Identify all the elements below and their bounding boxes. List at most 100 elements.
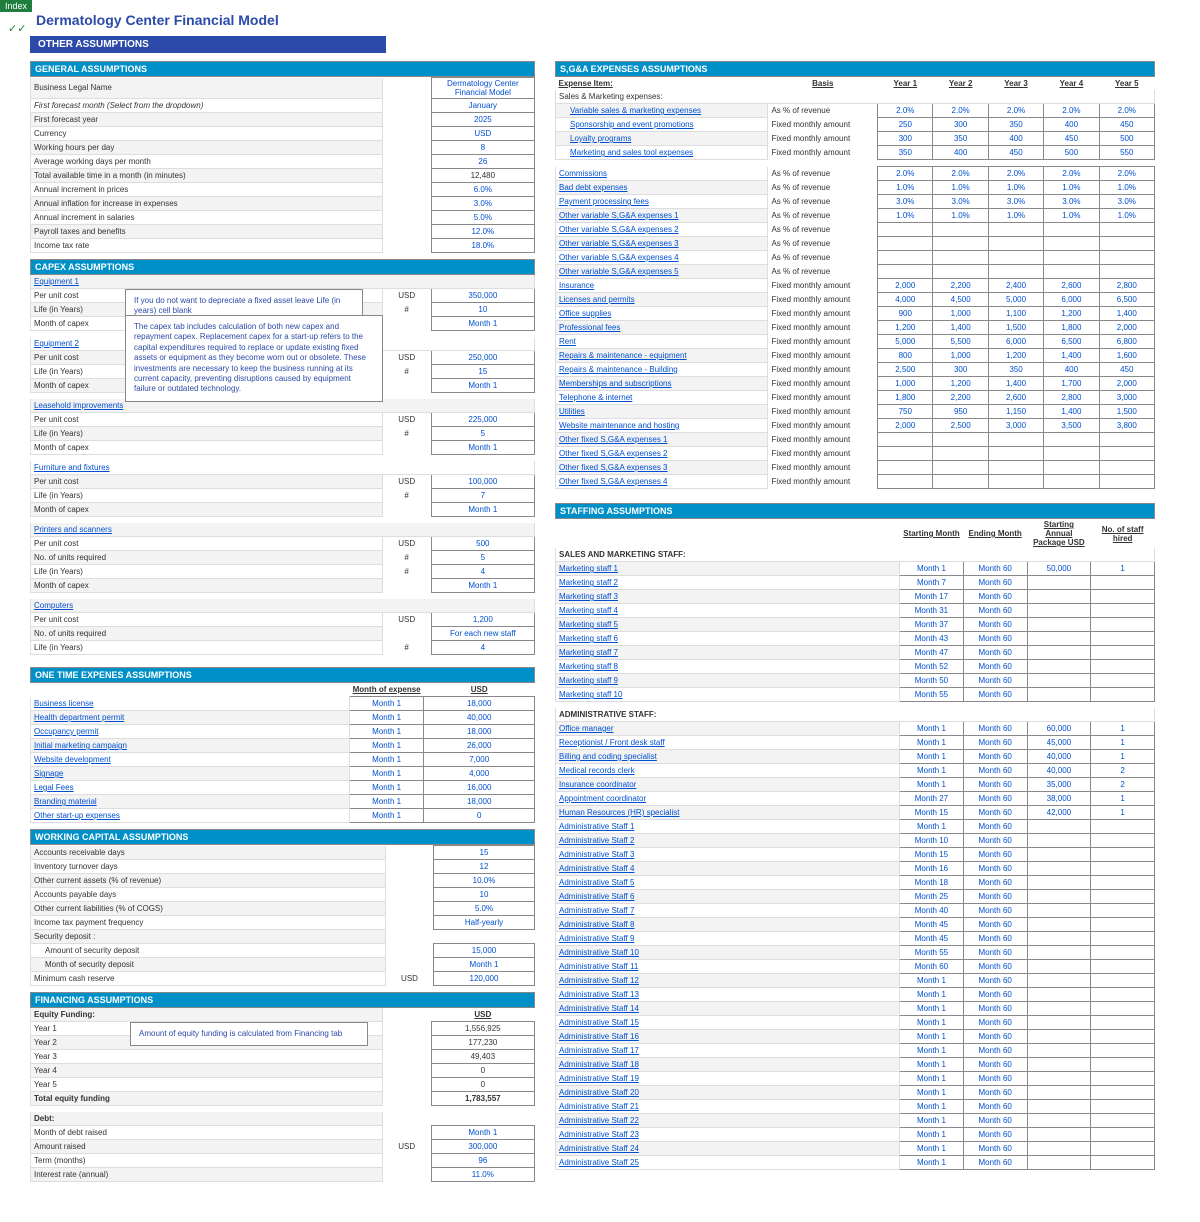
row-label[interactable]: Other start-up expenses — [31, 809, 350, 823]
input-cell[interactable]: 5,000 — [988, 293, 1043, 307]
input-cell[interactable]: 3.0% — [988, 195, 1043, 209]
row-label[interactable]: Human Resources (HR) specialist — [556, 806, 900, 820]
input-cell[interactable] — [933, 461, 988, 475]
input-cell[interactable]: 2025 — [431, 113, 534, 127]
input-cell[interactable]: 18.0% — [431, 239, 534, 253]
input-cell[interactable]: 2,600 — [1044, 279, 1099, 293]
input-cell[interactable]: 8 — [431, 141, 534, 155]
input-cell[interactable]: 18,000 — [424, 697, 535, 711]
input-cell[interactable]: Month 60 — [963, 1086, 1027, 1100]
input-cell[interactable]: 6,000 — [988, 335, 1043, 349]
row-label[interactable]: Initial marketing campaign — [31, 739, 350, 753]
row-label[interactable]: Administrative Staff 13 — [556, 988, 900, 1002]
input-cell[interactable]: Month 60 — [963, 988, 1027, 1002]
input-cell[interactable]: Month 7 — [900, 576, 964, 590]
input-cell[interactable] — [1027, 1086, 1091, 1100]
row-label[interactable]: Office manager — [556, 722, 900, 736]
input-cell[interactable] — [988, 237, 1043, 251]
input-cell[interactable] — [1091, 674, 1155, 688]
input-cell[interactable]: Month 55 — [900, 946, 964, 960]
input-cell[interactable]: 1.0% — [878, 181, 933, 195]
input-cell[interactable]: Month 52 — [900, 660, 964, 674]
input-cell[interactable] — [933, 447, 988, 461]
input-cell[interactable]: 1.0% — [878, 209, 933, 223]
input-cell[interactable]: 1.0% — [1044, 181, 1099, 195]
capex-group[interactable]: Printers and scanners — [31, 523, 535, 537]
row-label[interactable]: Other variable S,G&A expenses 3 — [556, 237, 768, 251]
input-cell[interactable] — [988, 461, 1043, 475]
input-cell[interactable]: 250 — [878, 118, 933, 132]
input-cell[interactable]: Month 60 — [963, 1058, 1027, 1072]
input-cell[interactable]: 500 — [1044, 146, 1099, 160]
input-cell[interactable]: 1,000 — [878, 377, 933, 391]
input-cell[interactable]: 1,200 — [878, 321, 933, 335]
input-cell[interactable]: 100,000 — [431, 475, 534, 489]
row-label[interactable]: Administrative Staff 15 — [556, 1016, 900, 1030]
row-label[interactable]: Loyalty programs — [556, 132, 768, 146]
input-cell[interactable] — [1091, 604, 1155, 618]
input-cell[interactable]: Month 1 — [900, 736, 964, 750]
input-cell[interactable] — [988, 251, 1043, 265]
row-label[interactable]: Repairs & maintenance - equipment — [556, 349, 768, 363]
row-label[interactable]: Marketing staff 2 — [556, 576, 900, 590]
row-label[interactable]: Administrative Staff 9 — [556, 932, 900, 946]
input-cell[interactable] — [1091, 876, 1155, 890]
input-cell[interactable] — [1027, 834, 1091, 848]
row-label[interactable]: Marketing staff 9 — [556, 674, 900, 688]
input-cell[interactable] — [1027, 590, 1091, 604]
row-label[interactable]: Administrative Staff 16 — [556, 1030, 900, 1044]
input-cell[interactable] — [1091, 890, 1155, 904]
input-cell[interactable] — [1091, 576, 1155, 590]
input-cell[interactable]: 12 — [433, 860, 534, 874]
input-cell[interactable] — [1027, 862, 1091, 876]
input-cell[interactable]: Month 1 — [900, 722, 964, 736]
input-cell[interactable] — [1099, 223, 1154, 237]
input-cell[interactable] — [988, 475, 1043, 489]
input-cell[interactable]: 300 — [933, 363, 988, 377]
row-label[interactable]: Website development — [31, 753, 350, 767]
row-label[interactable]: Legal Fees — [31, 781, 350, 795]
row-label[interactable]: Other fixed S,G&A expenses 2 — [556, 447, 768, 461]
input-cell[interactable]: Month 60 — [963, 688, 1027, 702]
input-cell[interactable]: 1,000 — [933, 307, 988, 321]
row-label[interactable]: Rent — [556, 335, 768, 349]
row-label[interactable]: Marketing staff 5 — [556, 618, 900, 632]
input-cell[interactable]: 18,000 — [424, 725, 535, 739]
input-cell[interactable]: 2.0% — [1044, 167, 1099, 181]
input-cell[interactable] — [1099, 461, 1154, 475]
input-cell[interactable]: Month 25 — [900, 890, 964, 904]
input-cell[interactable] — [1027, 1142, 1091, 1156]
input-cell[interactable]: 2.0% — [933, 167, 988, 181]
input-cell[interactable]: Month 60 — [963, 862, 1027, 876]
input-cell[interactable]: Month 40 — [900, 904, 964, 918]
input-cell[interactable]: 2.0% — [988, 167, 1043, 181]
input-cell[interactable]: Month 60 — [963, 722, 1027, 736]
row-label[interactable]: Marketing staff 7 — [556, 646, 900, 660]
row-label[interactable]: Administrative Staff 12 — [556, 974, 900, 988]
input-cell[interactable]: Month 60 — [963, 764, 1027, 778]
input-cell[interactable]: 10 — [431, 303, 534, 317]
input-cell[interactable] — [878, 447, 933, 461]
input-cell[interactable]: Month 60 — [963, 834, 1027, 848]
row-label[interactable]: Administrative Staff 22 — [556, 1114, 900, 1128]
input-cell[interactable] — [878, 461, 933, 475]
input-cell[interactable] — [1099, 433, 1154, 447]
input-cell[interactable]: Month 60 — [963, 736, 1027, 750]
input-cell[interactable] — [1091, 1044, 1155, 1058]
input-cell[interactable] — [1044, 447, 1099, 461]
input-cell[interactable] — [988, 433, 1043, 447]
input-cell[interactable]: Month 10 — [900, 834, 964, 848]
input-cell[interactable] — [1091, 904, 1155, 918]
input-cell[interactable]: Month 60 — [963, 1044, 1027, 1058]
input-cell[interactable] — [1027, 946, 1091, 960]
input-cell[interactable] — [1091, 632, 1155, 646]
input-cell[interactable]: 4 — [431, 565, 534, 579]
input-cell[interactable]: Month 1 — [900, 988, 964, 1002]
input-cell[interactable]: Month 50 — [900, 674, 964, 688]
input-cell[interactable] — [878, 237, 933, 251]
input-cell[interactable]: 2.0% — [878, 104, 933, 118]
input-cell[interactable]: 1 — [1091, 792, 1155, 806]
input-cell[interactable]: 5,000 — [878, 335, 933, 349]
input-cell[interactable]: Month 47 — [900, 646, 964, 660]
row-label[interactable]: Occupancy permit — [31, 725, 350, 739]
